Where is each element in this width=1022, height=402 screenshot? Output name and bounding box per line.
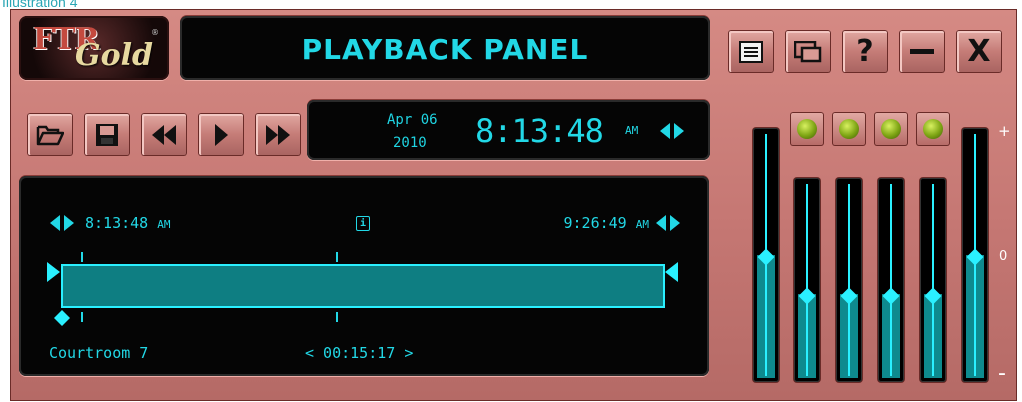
date-month-day: Apr 06 [387,112,438,128]
led-indicator [797,119,817,139]
recording-range-bar[interactable] [61,264,665,308]
master-volume-left-slider[interactable] [753,128,779,382]
room-name: Courtroom 7 [49,344,149,362]
menu-icon [739,40,763,63]
range-end-handle[interactable] [665,262,679,282]
play-icon [215,123,228,146]
channel-led-1[interactable] [790,112,824,146]
timeline-tick [81,252,83,262]
master-volume-right-slider[interactable] [962,128,988,382]
window-toggle-icon [794,40,822,62]
playback-duration: < 00:15:17 > [305,344,414,362]
close-button[interactable]: X [956,30,1002,73]
rewind-button[interactable] [141,113,187,156]
timeline-end-ampm: AM [635,218,649,231]
timeline-tick [336,252,338,262]
fast-forward-button[interactable] [255,113,301,156]
help-button[interactable]: ? [842,30,888,73]
channel-led-3[interactable] [874,112,908,146]
timeline-end-time: 9:26:49 [563,214,627,232]
current-time: 8:13:48 [475,112,604,150]
slider-track [932,184,934,376]
clock-display: Apr 06 2010 8:13:48 AM [307,100,710,160]
minimize-button[interactable] [899,30,945,73]
channel-led-4[interactable] [916,112,950,146]
folder-open-icon [36,125,64,145]
panel-title: PLAYBACK PANEL [301,33,589,66]
led-indicator [881,119,901,139]
current-time-ampm: AM [625,124,639,137]
slider-track [890,184,892,376]
timeline-start: 8:13:48 AM [85,214,171,232]
end-arrows-icon[interactable] [655,215,681,231]
ftr-gold-logo: FTR Gold ® [19,16,169,80]
channel-led-2[interactable] [832,112,866,146]
save-button[interactable] [84,113,130,156]
range-start-handle[interactable] [47,262,61,282]
play-button[interactable] [198,113,244,156]
start-arrows-icon[interactable] [49,215,75,231]
slider-track [848,184,850,376]
close-icon: X [967,33,991,69]
volume-plus-mark: + [998,122,1011,140]
menu-button[interactable] [728,30,774,73]
clock-arrows-icon[interactable] [659,123,685,139]
date-year: 2010 [393,135,427,151]
save-icon [96,123,118,146]
led-indicator [839,119,859,139]
playhead-marker[interactable] [54,310,70,326]
timeline-tick [336,312,338,322]
slider-track [806,184,808,376]
window-toggle-button[interactable] [785,30,831,73]
channel-4-volume-slider[interactable] [920,178,946,382]
title-bar: PLAYBACK PANEL [180,16,710,80]
rewind-icon [152,124,176,145]
channel-2-volume-slider[interactable] [836,178,862,382]
volume-minus-mark: - [998,361,1006,386]
logo-gold-text: Gold [75,38,154,73]
timeline-end: 9:26:49 AM [564,214,650,232]
help-icon: ? [856,33,874,69]
timeline-tick [81,312,83,322]
fast-forward-icon [266,124,290,145]
timeline-start-ampm: AM [157,218,171,231]
channel-1-volume-slider[interactable] [794,178,820,382]
channel-3-volume-slider[interactable] [878,178,904,382]
led-indicator [923,119,943,139]
timeline-start-time: 8:13:48 [85,214,149,232]
timeline-panel: 8:13:48 AM i 9:26:49 AM Courtroom 7 < 00… [19,176,709,376]
open-folder-button[interactable] [27,113,73,156]
info-icon[interactable]: i [356,216,370,231]
volume-zero-mark: 0 [999,249,1008,264]
logo-registered-mark: ® [151,28,159,37]
minimize-icon [910,48,934,54]
